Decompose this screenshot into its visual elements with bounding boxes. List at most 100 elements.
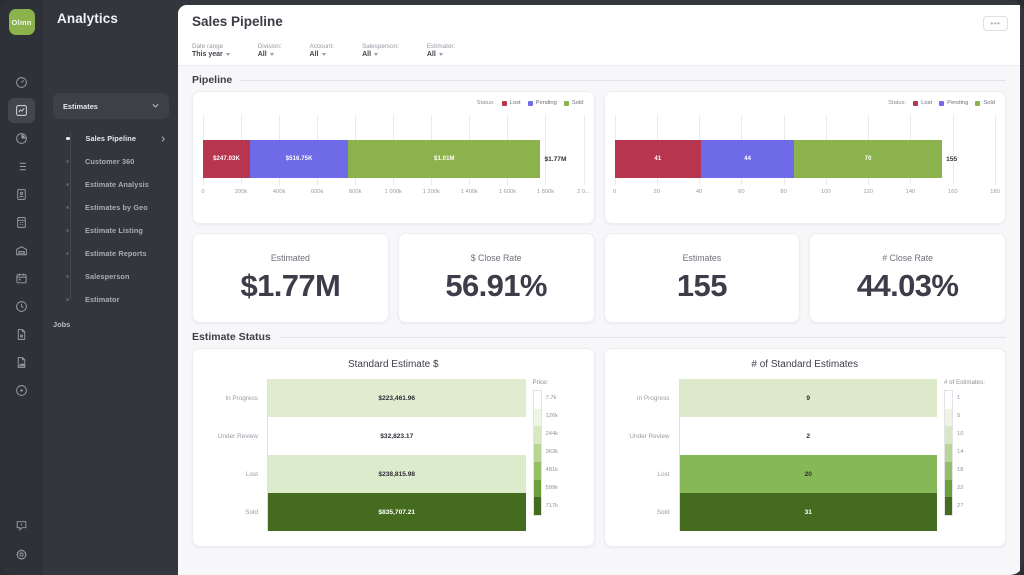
scale-gradient-step [945, 426, 952, 445]
scale-gradient-step [533, 391, 541, 409]
chevron-down-icon [438, 53, 443, 56]
help-chat-icon[interactable] [8, 513, 35, 538]
heatmap-category-label: Sold [245, 508, 258, 516]
sidebar-item-label: Salesperson [85, 272, 130, 281]
bar-segment-pending[interactable]: $516.75K [249, 140, 349, 178]
file-image-icon[interactable] [8, 350, 35, 375]
kpi-value: $1.77M [240, 267, 341, 303]
legend-item-lost[interactable]: Lost [913, 100, 932, 106]
sidebar-item-estimator[interactable]: Estimator [43, 288, 177, 311]
scale-tick-label: 7.7k [545, 395, 557, 402]
stacked-bar[interactable]: $247.03K $516.75K $1.01M [203, 140, 584, 178]
x-tick-label: 200k [234, 189, 248, 195]
legend-item-lost[interactable]: Lost [501, 100, 521, 106]
section-header-estimate-status: Estimate Status [178, 323, 1020, 348]
heatmap-rows: In Progress $223,461.96 Under Review $32,82… [203, 379, 526, 531]
analytics-chart-icon[interactable] [8, 98, 35, 123]
sidebar-item-estimate-analysis[interactable]: Estimate Analysis [43, 173, 177, 196]
warehouse-icon[interactable] [8, 238, 35, 263]
sidebar-item-sales-pipeline[interactable]: Sales Pipeline [43, 127, 177, 150]
bar-segment-sold[interactable]: 70 [794, 140, 943, 178]
heatmap-category-label: Sold [656, 508, 670, 516]
kpi-card-dollar-close-rate[interactable]: $ Close Rate 56.91% [397, 233, 595, 323]
sidebar-item-estimate-reports[interactable]: Estimate Reports [43, 242, 177, 265]
sidebar-item-estimates-by-geo[interactable]: Estimates by Geo [43, 196, 177, 219]
kpi-value: 44.03% [856, 267, 959, 303]
x-tick-label: 180 [990, 189, 1000, 195]
chevron-down-icon [269, 53, 274, 56]
legend-item-sold[interactable]: Sold [975, 100, 995, 106]
filter-division[interactable]: Division: All [258, 43, 282, 58]
pie-chart-icon[interactable] [8, 126, 35, 151]
more-options-button[interactable]: ••• [983, 16, 1008, 31]
legend-item-pending[interactable]: Pending [527, 100, 557, 106]
filter-estimator[interactable]: Estimator: All [427, 43, 455, 58]
bullet-icon [66, 206, 69, 209]
legend-swatch [939, 100, 945, 106]
settings-gear-icon[interactable] [8, 542, 35, 567]
building-icon[interactable] [8, 210, 35, 235]
bullet-icon [66, 183, 69, 186]
scale-gradient-step [533, 497, 541, 516]
scale-tick-label: 14 [957, 449, 964, 456]
scale-tick-label: 1 [957, 395, 961, 402]
filter-salesperson[interactable]: Salesperson: All [362, 43, 399, 58]
filter-value: All [427, 51, 455, 58]
sidebar-item-label: Estimates by Geo [85, 203, 148, 212]
dashboard-gauge-icon[interactable] [8, 70, 35, 95]
legend-swatch [913, 100, 919, 106]
legend-label: Lost [509, 100, 521, 106]
filter-label: Account: [309, 43, 335, 50]
play-circle-icon[interactable] [8, 378, 35, 403]
sidebar-item-estimate-listing[interactable]: Estimate Listing [43, 219, 177, 242]
legend-title: Status: [476, 100, 495, 106]
bar-segment-lost[interactable]: $247.03K [203, 140, 250, 178]
x-tick-label: 160 [947, 189, 958, 195]
x-tick-label: 600k [310, 189, 324, 195]
heatmap-cell[interactable]: 2 [678, 417, 937, 455]
kpi-card-count-close-rate[interactable]: # Close Rate 44.03% [809, 233, 1006, 323]
legend-item-sold[interactable]: Sold [563, 100, 584, 106]
heatmap-cell[interactable]: $238,815.98 [267, 455, 526, 493]
stacked-bar[interactable]: 41 44 70 [614, 140, 996, 178]
document-lock-icon[interactable] [8, 322, 35, 347]
scale-tick-label: 10 [957, 431, 964, 438]
heatmap-cell[interactable]: 20 [678, 455, 937, 493]
scale-gradient-step [945, 408, 952, 427]
filter-date-range[interactable]: Date range This year [192, 43, 230, 58]
scale-tick-label: 18 [957, 467, 964, 474]
bar-segment-sold[interactable]: $1.01M [348, 140, 541, 178]
kpi-value: 155 [676, 267, 728, 303]
x-tick-label: 800k [348, 189, 362, 195]
x-tick-label: 60 [738, 189, 745, 195]
legend-item-pending[interactable]: Pending [939, 100, 968, 106]
heatmap-category-label: Under Review [217, 432, 258, 440]
kpi-card-estimates[interactable]: Estimates 155 [603, 233, 801, 323]
scale-gradient-step [533, 426, 541, 445]
heatmap-cell[interactable]: $223,461.96 [267, 379, 526, 417]
list-icon[interactable] [8, 154, 35, 179]
chevron-right-icon [159, 135, 167, 143]
scale-tick-labels: 7.7k 126k 244k 363k 481k 599k 717k [546, 390, 559, 516]
bar-segment-lost[interactable]: 41 [614, 140, 702, 178]
chart-pipeline-counts: Status: Lost Pending Sold 41 44 70 155 0 20… [603, 91, 1006, 224]
chart-standard-estimate-dollars: Standard Estimate $ In Progress $223,461.… [192, 348, 595, 547]
chart-title: # of Standard Estimates [751, 359, 859, 370]
sidebar-item-customer-360[interactable]: Customer 360 [43, 150, 177, 173]
bar-segment-pending[interactable]: 44 [701, 140, 795, 178]
contact-card-icon[interactable] [8, 182, 35, 207]
nav-group-estimates[interactable]: Estimates [53, 93, 169, 119]
heatmap-cell[interactable]: 9 [678, 379, 937, 417]
kpi-card-estimated[interactable]: Estimated $1.77M [192, 233, 389, 323]
heatmap-row: Under Review 2 [615, 417, 937, 455]
filter-account[interactable]: Account: All [310, 43, 335, 58]
calendar-icon[interactable] [8, 266, 35, 291]
heatmap-cell[interactable]: 31 [678, 493, 937, 531]
heatmap-cell[interactable]: $32,823.17 [267, 417, 526, 455]
sidebar-item-salesperson[interactable]: Salesperson [43, 265, 177, 288]
legend-swatch [501, 100, 507, 106]
clock-icon[interactable] [8, 294, 35, 319]
heatmap-cell[interactable]: $835,707.21 [267, 493, 526, 531]
app-logo[interactable]: Olmn [8, 9, 35, 35]
sidebar-section-jobs[interactable]: Jobs [43, 320, 177, 329]
